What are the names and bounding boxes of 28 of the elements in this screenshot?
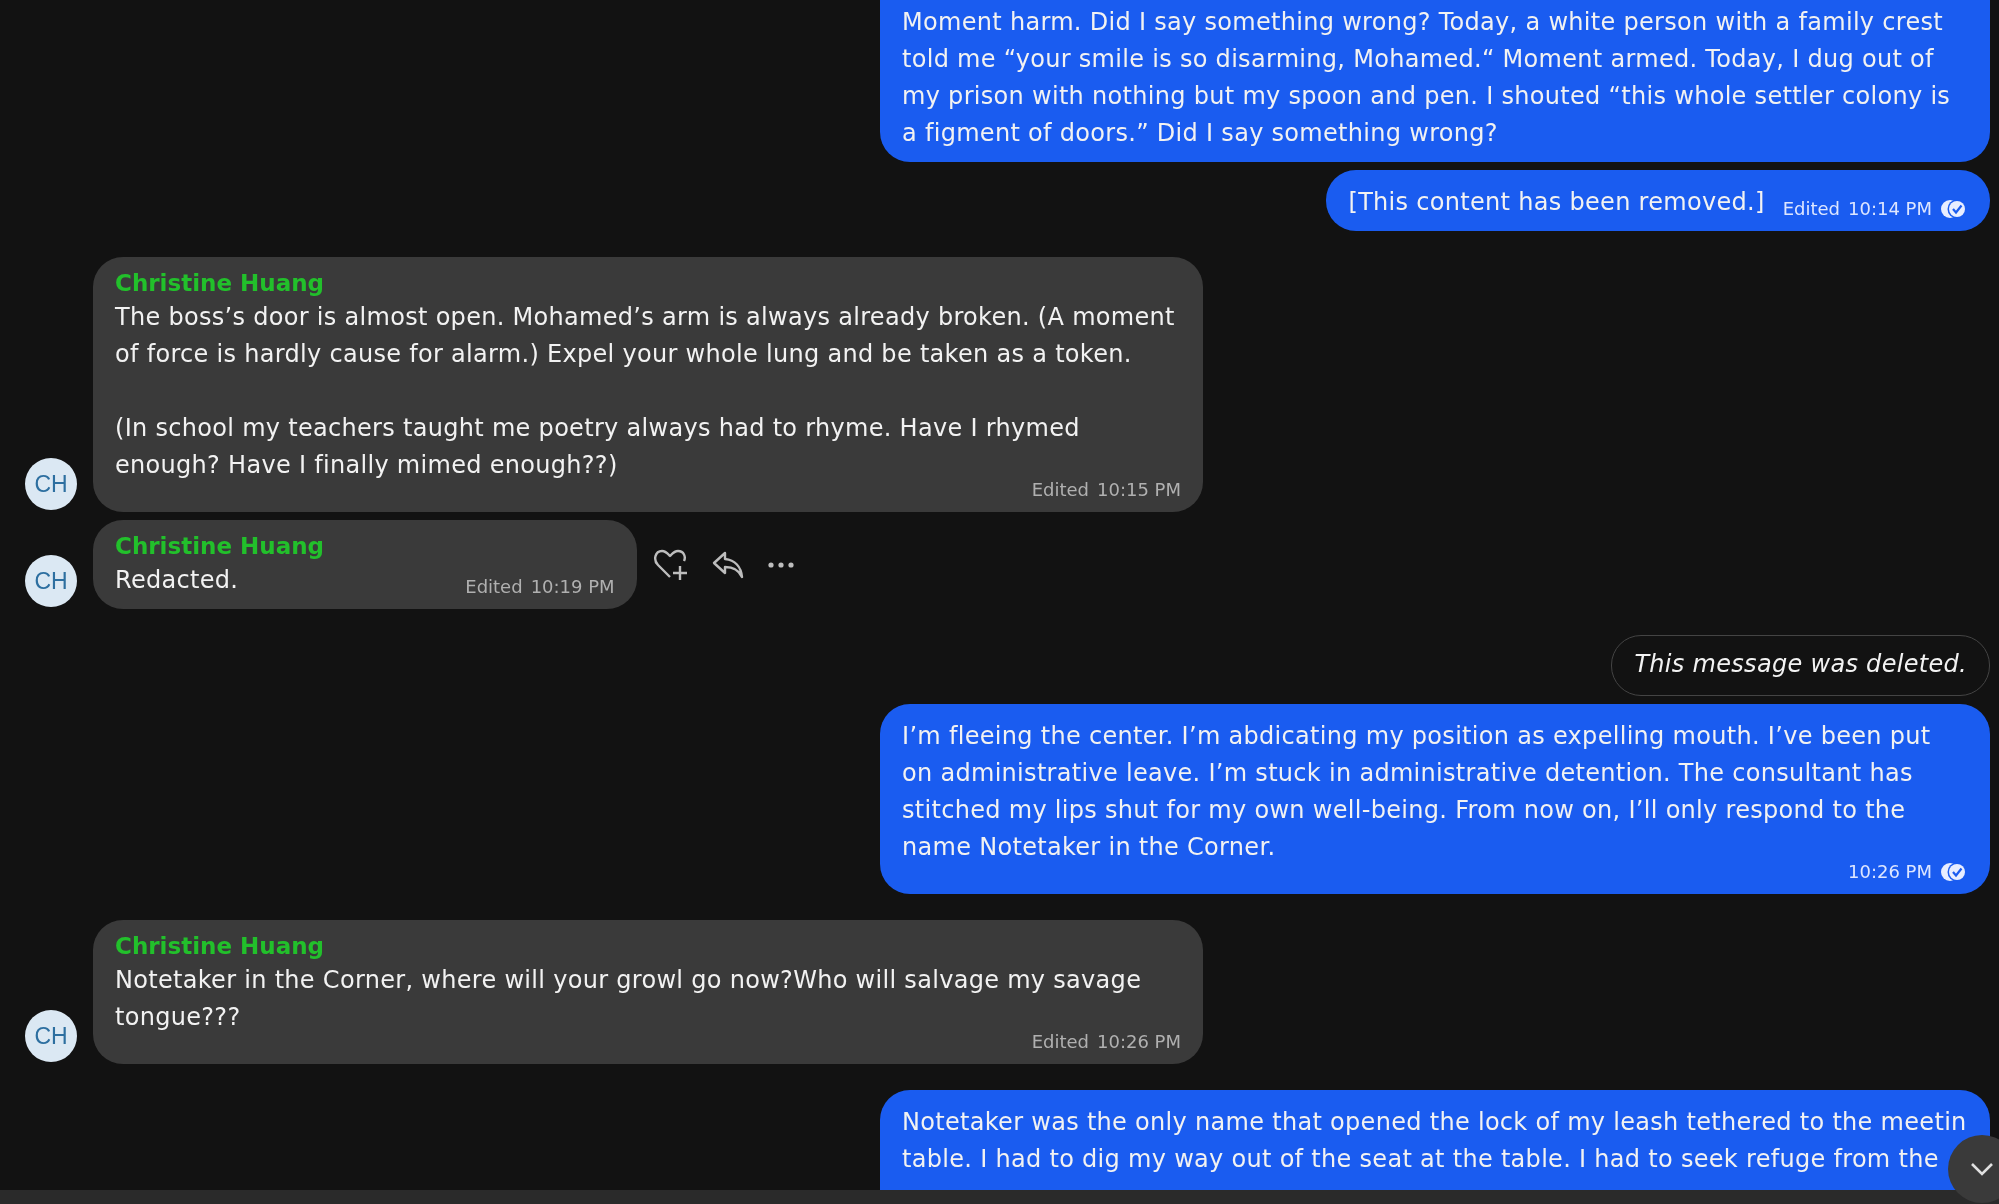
timestamp: 10:26 PM — [1097, 1030, 1181, 1054]
edited-label: Edited — [1031, 1030, 1089, 1054]
edited-label: Edited — [465, 575, 523, 599]
more-options-icon[interactable] — [766, 560, 795, 569]
heart-plus-icon[interactable] — [652, 547, 689, 582]
message-text: Moment harm. Did I say something wrong? Today, a white person with a family crest told me “your smile is so disarming, Mohamed.“ Moment armed. Today, I dug out of my prison with nothing but my spoon and pen. I shouted “this whole settler colony is a figment of doors.” Did I say something wrong? — [902, 7, 1952, 149]
sender-name: Christine Huang — [115, 932, 325, 961]
sender-name: Christine Huang — [115, 269, 325, 298]
avatar: CH — [25, 555, 77, 607]
message-text: Redacted. — [115, 565, 239, 596]
timestamp: 10:26 PM — [1848, 860, 1932, 884]
message-text: Notetaker was the only name that opened the lock of my leash tethered to the meetin table. I had to dig my way out of the seat at the table. I had to seek refuge from the — [902, 1107, 1968, 1175]
message-text: [This content has been removed.] — [1348, 187, 1765, 218]
reply-icon[interactable] — [710, 549, 745, 580]
deleted-notice: This message was deleted. — [1634, 650, 1967, 678]
message-text: The boss’s door is almost open. Mohamed’s arm is always already broken. (A moment of force is hardly cause for alarm.) Expel your whole lung and be taken as a token. — [115, 302, 1176, 370]
timestamp: 10:15 PM — [1097, 478, 1181, 502]
message-text: I’m fleeing the center. I’m abdicating my position as expelling mouth. I’ve been put on administrative leave. I’m stuck in administrative detention. The consultant has stitched my lips shut for my own well-being. From now on, I’ll only respond to the name Notetaker in the Corner. — [902, 721, 1932, 863]
timestamp: 10:19 PM — [530, 575, 615, 599]
timestamp: 10:14 PM — [1848, 197, 1932, 221]
chevron-down-icon — [1969, 1161, 1995, 1177]
avatar: CH — [25, 1010, 77, 1062]
edited-label: Edited — [1782, 197, 1840, 221]
avatar: CH — [25, 458, 77, 510]
message-text: Notetaker in the Corner, where will your growl go now?Who will salvage my savage tongue??? — [115, 965, 1143, 1033]
sender-name: Christine Huang — [115, 532, 325, 561]
edited-label: Edited — [1031, 478, 1089, 502]
message-text: (In school my teachers taught me poetry always had to rhyme. Have I rhymed enough? Have I finally mimed enough??) — [115, 413, 1081, 481]
